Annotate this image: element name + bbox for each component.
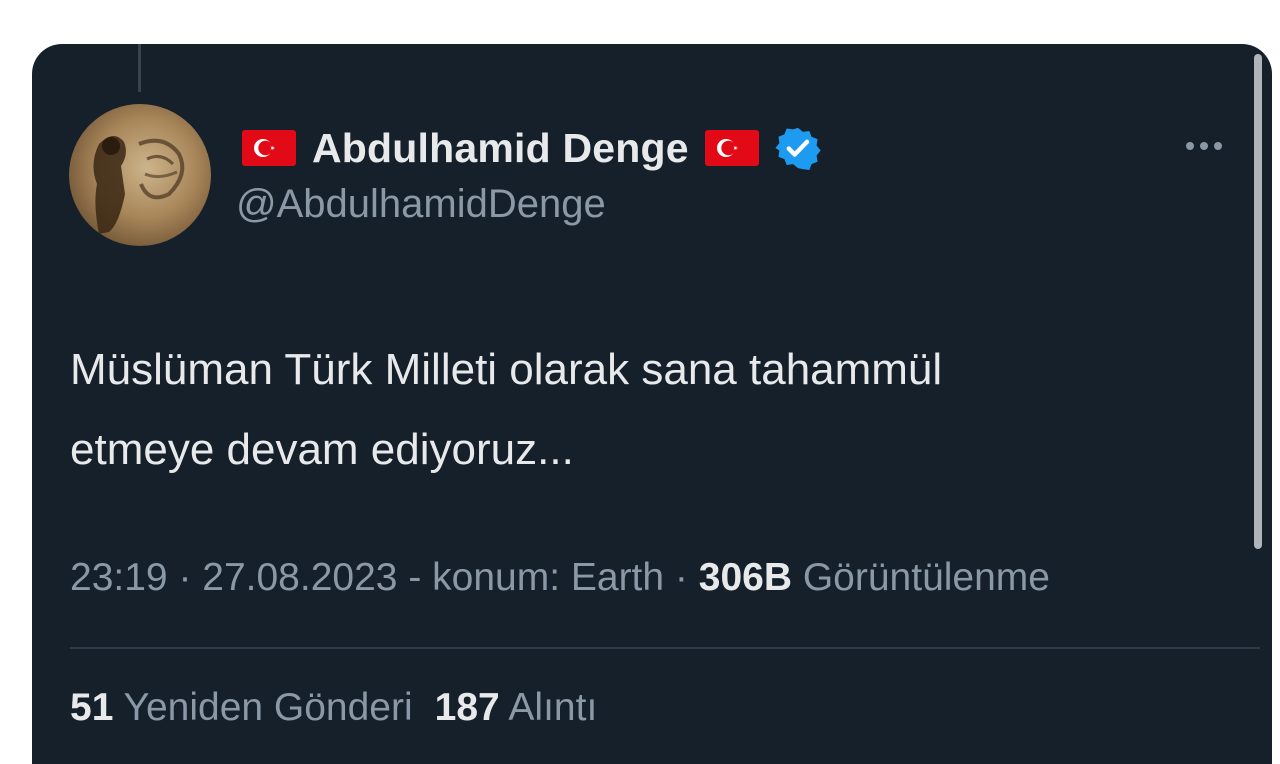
scrollbar[interactable] [1254,54,1262,549]
reposts-stat[interactable]: 51 Yeniden Gönderi [70,686,413,729]
thread-line [138,44,141,92]
author-name-row[interactable]: Abdulhamid Denge [242,122,821,174]
tweet-card: Abdulhamid Denge @AbdulhamidDenge Müslüm… [32,44,1272,764]
quotes-count: 187 [434,686,500,729]
engagement-stats: 51 Yeniden Gönderi 187 Alıntı [70,686,619,730]
display-name[interactable]: Abdulhamid Denge [312,125,689,172]
tweet-meta: 23:19 · 27.08.2023 - konum: Earth · 306B… [70,556,1050,600]
turkey-flag-icon [242,130,296,166]
more-horizontal-icon[interactable] [1178,136,1230,156]
quotes-stat[interactable]: 187 Alıntı [435,686,598,729]
avatar[interactable] [69,104,211,246]
meta-separator: · [167,556,203,599]
reposts-count: 51 [70,686,114,729]
tweet-text: Müslüman Türk Milleti olarak sana tahamm… [70,330,1220,490]
views-count: 306B [698,556,792,599]
reposts-label: Yeniden Gönderi [113,686,413,729]
verified-badge-icon[interactable] [775,125,821,171]
divider [70,647,1260,649]
turkey-flag-icon [704,130,759,166]
tweet-date[interactable]: 27.08.2023 [202,556,397,599]
tweet-text-line: etmeye devam ediyoruz... [70,425,574,474]
tweet-text-line: Müslüman Türk Milleti olarak sana tahamm… [70,345,943,394]
tweet-time[interactable]: 23:19 [70,556,168,599]
quotes-label: Alıntı [499,686,598,729]
tweet-location: - konum: Earth [397,556,665,599]
author-handle[interactable]: @AbdulhamidDenge [236,182,606,227]
meta-separator: · [664,556,699,599]
views-label: Görüntülenme [792,556,1050,599]
